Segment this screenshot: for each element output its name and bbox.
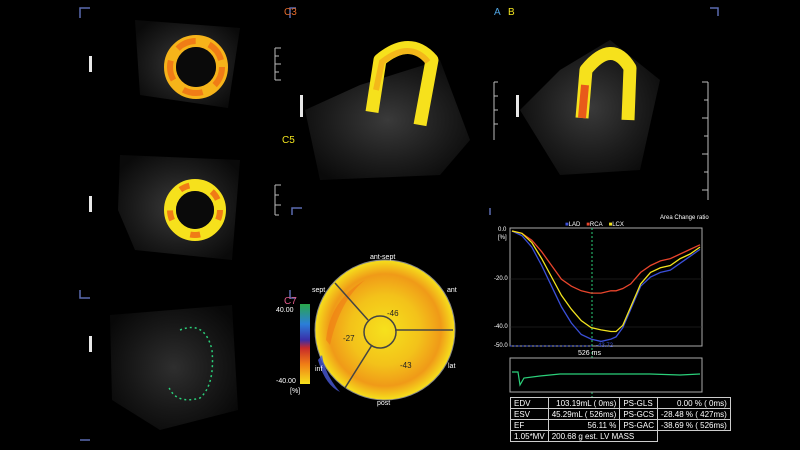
viewport-label-c7: C7 <box>284 296 297 307</box>
measurement-cell: -38.69 % ( 526ms) <box>656 419 731 431</box>
scale-max-label: 40.00 <box>276 307 294 314</box>
measurement-cell: ESV <box>510 408 549 420</box>
measurement-cell: 1.05*MV <box>510 430 549 442</box>
bullseye-value-ant: -46 <box>387 309 399 318</box>
measurement-cell: PS-GLS <box>619 397 658 409</box>
legend-item-lcx: ■LCX <box>608 222 624 228</box>
bullseye-label-ant: ant <box>447 287 457 294</box>
measurement-cell: 103.19mL ( 0ms) <box>547 397 621 409</box>
short-axis-view-middle[interactable] <box>118 155 240 260</box>
measurement-row: EDV 103.19mL ( 0ms) PS-GLS 0.00 % ( 0ms) <box>510 397 731 409</box>
viewport-label-a: A <box>494 7 501 18</box>
strain-color-scale <box>300 304 310 384</box>
bullseye-label-post: post <box>377 400 391 407</box>
y-tick-0: 0.0 <box>498 227 507 233</box>
graph-legend: ■LAD ■RCA ■LCX <box>565 222 624 228</box>
measurement-row: ESV 45.29mL ( 526ms) PS-GCS -28.48 % ( 427m… <box>510 408 731 420</box>
measurement-cell: 45.29mL ( 526ms) <box>547 408 621 420</box>
bullseye-label-lat: lat <box>448 363 456 370</box>
measurement-cell: EDV <box>510 397 549 409</box>
scale-min-label: -40.00 <box>276 378 296 385</box>
measurement-cell: 0.00 % ( 0ms) <box>656 397 731 409</box>
strain-graph[interactable] <box>509 227 703 400</box>
long-axis-view-right[interactable] <box>520 40 660 175</box>
y-unit-label: [%] <box>498 235 507 241</box>
bullseye-plot[interactable] <box>314 259 456 401</box>
y-tick-3: -50.0 <box>494 343 508 349</box>
measurement-table: EDV 103.19mL ( 0ms) PS-GLS 0.00 % ( 0ms) ESV… <box>510 397 731 442</box>
measurement-row: EF 56.11 % PS-GAC -38.69 % ( 526ms) <box>510 419 731 431</box>
echo-display <box>79 7 719 441</box>
viewport-label-b: B <box>508 7 515 18</box>
legend-item-lad: ■LAD <box>565 222 581 228</box>
measurement-cell: -28.48 % ( 427ms) <box>656 408 731 420</box>
y-tick-2: -40.0 <box>494 324 508 330</box>
measurement-cell: 200.68 g est. LV MASS <box>547 430 658 442</box>
legend-item-rca: ■RCA <box>586 222 603 228</box>
long-axis-view-left[interactable] <box>305 41 470 181</box>
viewport-label-c5: C5 <box>282 135 295 146</box>
bullseye-value-sept: -27 <box>343 334 355 343</box>
short-axis-view-top[interactable] <box>135 20 240 108</box>
bullseye-label-sept: sept <box>312 287 326 294</box>
scale-unit-label: [%] <box>290 388 301 395</box>
time-marker-label: 526 ms <box>578 350 601 357</box>
bullseye-label-inf: inf <box>315 366 323 373</box>
measurement-cell: PS-GCS <box>619 408 658 420</box>
measurement-cell: PS-GAC <box>619 419 658 431</box>
graph-title: Area Change ratio <box>660 215 709 221</box>
measurement-row: 1.05*MV 200.68 g est. LV MASS <box>510 430 731 442</box>
bullseye-label-ant-sept: ant-sept <box>370 254 396 261</box>
measurement-cell: 56.11 % <box>547 419 621 431</box>
y-tick-1: -20.0 <box>494 276 508 282</box>
peak-value-label: -43.72 <box>596 343 614 349</box>
viewport-label-c3: C3 <box>284 7 297 18</box>
short-axis-view-bottom[interactable] <box>110 305 238 430</box>
measurement-cell: EF <box>510 419 549 431</box>
bullseye-value-lat: -43 <box>400 361 412 370</box>
